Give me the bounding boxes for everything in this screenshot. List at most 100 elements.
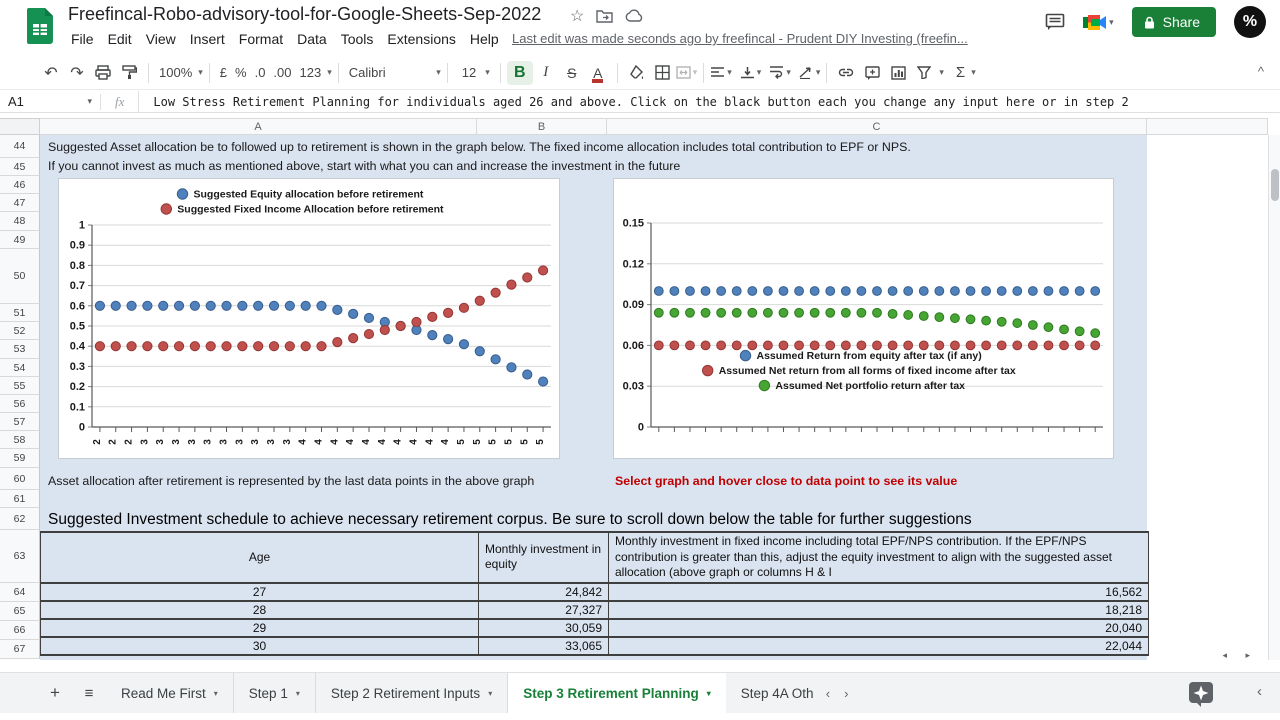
sheets-logo-icon[interactable] — [27, 8, 53, 44]
table-cell[interactable]: 16,562 — [609, 583, 1149, 601]
insert-link-icon[interactable] — [833, 60, 859, 86]
horizontal-scroll-arrows[interactable]: ◂ ▸ — [1222, 650, 1258, 661]
last-edit-link[interactable]: Last edit was made seconds ago by freefi… — [512, 31, 982, 46]
menu-insert[interactable]: Insert — [183, 29, 232, 49]
menu-file[interactable]: File — [64, 29, 101, 49]
row-header-64[interactable]: 64 — [0, 583, 40, 602]
namebox-dropdown-icon[interactable]: ▾ — [87, 96, 92, 107]
menu-format[interactable]: Format — [232, 29, 290, 49]
row-header-45[interactable]: 45 — [0, 158, 40, 176]
tab-dropdown-icon[interactable]: ▾ — [214, 689, 218, 698]
row-header-59[interactable]: 59 — [0, 449, 40, 468]
explore-button[interactable] — [1188, 681, 1214, 707]
table-cell[interactable]: 22,044 — [609, 637, 1149, 655]
fill-color-icon[interactable] — [624, 60, 650, 86]
insert-chart-icon[interactable] — [885, 60, 911, 86]
tab-dropdown-icon[interactable]: ▾ — [707, 689, 711, 698]
table-cell[interactable]: 20,040 — [609, 619, 1149, 637]
row-header-60[interactable]: 60 — [0, 468, 40, 490]
decrease-decimal-button[interactable]: .0 — [251, 65, 270, 80]
menu-tools[interactable]: Tools — [334, 29, 381, 49]
row-header-56[interactable]: 56 — [0, 395, 40, 413]
cell-a44[interactable]: Suggested Asset allocation be to followe… — [48, 140, 911, 154]
row-header-46[interactable]: 46 — [0, 176, 40, 194]
profile-avatar[interactable]: % — [1234, 6, 1266, 38]
name-box[interactable]: A1▾ — [0, 94, 100, 109]
row-header-57[interactable]: 57 — [0, 413, 40, 431]
table-header-equity[interactable]: Monthly investment in equity — [479, 532, 609, 583]
more-formats-button[interactable]: 123▾ — [296, 65, 332, 80]
row-header-50[interactable]: 50 — [0, 249, 40, 304]
cloud-status-icon[interactable] — [625, 9, 644, 23]
italic-button[interactable]: I — [533, 60, 559, 86]
comment-history-icon[interactable] — [1045, 13, 1065, 31]
table-header-age[interactable]: Age — [41, 532, 479, 583]
horizontal-align-button[interactable]: ▾ — [710, 66, 732, 79]
format-currency-button[interactable]: £ — [216, 65, 231, 80]
asset-allocation-chart[interactable]: 10.90.80.70.60.50.40.30.20.1022233333333… — [58, 178, 560, 459]
table-header-fixed-income[interactable]: Monthly investment in fixed income inclu… — [609, 532, 1149, 583]
vertical-scrollbar-thumb[interactable] — [1271, 169, 1279, 201]
cell-a45[interactable]: If you cannot invest as much as mentione… — [48, 159, 680, 173]
row-header-62[interactable]: 62 — [0, 508, 40, 530]
row-header-47[interactable]: 47 — [0, 194, 40, 212]
insert-comment-icon[interactable] — [859, 60, 885, 86]
tab-step-2-retirement-inputs[interactable]: Step 2 Retirement Inputs▾ — [316, 673, 508, 713]
tab-step-4a-oth[interactable]: Step 4A Oth — [726, 673, 814, 713]
font-select[interactable]: Calibri▾ — [345, 65, 441, 80]
vertical-align-button[interactable]: ▾ — [740, 66, 762, 79]
share-button[interactable]: Share — [1132, 7, 1216, 37]
row-header-44[interactable]: 44 — [0, 135, 40, 158]
borders-icon[interactable] — [650, 60, 676, 86]
row-header-65[interactable]: 65 — [0, 602, 40, 621]
row-header-54[interactable]: 54 — [0, 359, 40, 377]
cell-a62[interactable]: Suggested Investment schedule to achieve… — [48, 511, 972, 529]
paint-format-icon[interactable] — [116, 60, 142, 86]
document-title[interactable]: Freefincal-Robo-advisory-tool-for-Google… — [68, 4, 541, 25]
meet-dropdown-icon[interactable]: ▾ — [1109, 17, 1114, 28]
undo-button[interactable]: ↶ — [38, 60, 64, 86]
column-header-d[interactable] — [1147, 118, 1268, 135]
cell-c60-note[interactable]: Select graph and hover close to data poi… — [615, 474, 957, 488]
column-header-C[interactable]: C — [607, 118, 1147, 135]
menu-extensions[interactable]: Extensions — [380, 29, 462, 49]
formula-input[interactable]: Low Stress Retirement Planning for indiv… — [138, 91, 1280, 112]
tab-step-3-retirement-planning[interactable]: Step 3 Retirement Planning▾ — [508, 673, 726, 713]
increase-decimal-button[interactable]: .00 — [269, 65, 295, 80]
table-cell[interactable]: 27 — [41, 583, 479, 601]
table-cell[interactable]: 18,218 — [609, 601, 1149, 619]
cell-a60[interactable]: Asset allocation after retirement is rep… — [48, 474, 534, 488]
zoom-select[interactable]: 100%▾ — [155, 65, 203, 80]
filter-button[interactable]: ▾ — [917, 66, 944, 79]
row-header-53[interactable]: 53 — [0, 340, 40, 359]
bold-button[interactable]: B — [507, 61, 533, 85]
all-sheets-button[interactable]: ≡ — [72, 673, 106, 713]
scroll-tabs-left-icon[interactable]: ‹ — [826, 686, 830, 701]
table-cell[interactable]: 33,065 — [479, 637, 609, 655]
meet-button[interactable]: ▾ — [1083, 13, 1114, 32]
font-size-select[interactable]: 12▾ — [454, 65, 494, 80]
format-percent-button[interactable]: % — [231, 65, 251, 80]
row-header-55[interactable]: 55 — [0, 377, 40, 395]
show-side-panel-button[interactable]: ‹ — [1257, 683, 1262, 700]
table-cell[interactable]: 24,842 — [479, 583, 609, 601]
move-folder-icon[interactable] — [596, 9, 613, 23]
table-cell[interactable]: 27,327 — [479, 601, 609, 619]
row-header-58[interactable]: 58 — [0, 431, 40, 449]
table-cell[interactable]: 28 — [41, 601, 479, 619]
text-wrap-button[interactable]: ▾ — [769, 66, 791, 79]
table-cell[interactable]: 29 — [41, 619, 479, 637]
row-header-66[interactable]: 66 — [0, 621, 40, 640]
tab-dropdown-icon[interactable]: ▾ — [488, 689, 492, 698]
returns-chart[interactable]: 0.150.120.090.060.030Assumed Return from… — [613, 178, 1114, 459]
column-header-A[interactable]: A — [40, 118, 477, 135]
functions-button[interactable]: Σ▾ — [952, 64, 976, 81]
hide-menus-button[interactable]: ^ — [1258, 64, 1264, 79]
row-header-63[interactable]: 63 — [0, 530, 40, 583]
redo-button[interactable]: ↷ — [64, 60, 90, 86]
table-cell[interactable]: 30 — [41, 637, 479, 655]
row-header-52[interactable]: 52 — [0, 322, 40, 340]
menu-data[interactable]: Data — [290, 29, 334, 49]
tab-step-1[interactable]: Step 1▾ — [234, 673, 316, 713]
scroll-tabs-right-icon[interactable]: › — [844, 686, 848, 701]
